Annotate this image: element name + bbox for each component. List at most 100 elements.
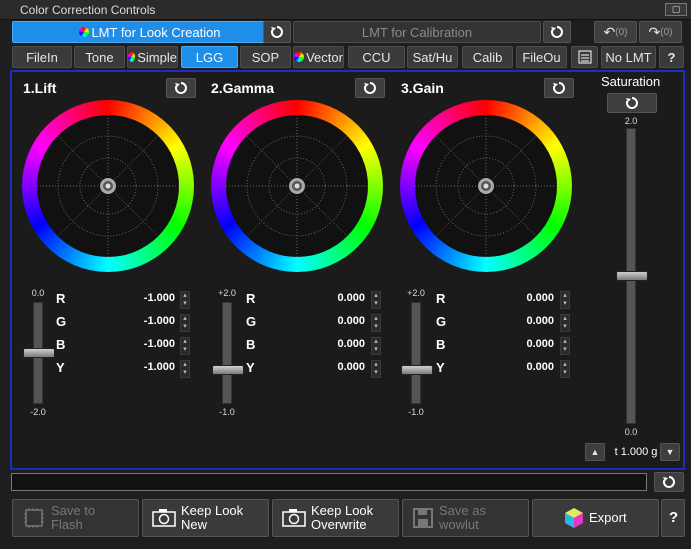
keep-look-overwrite-button[interactable]: Keep Look Overwrite (272, 499, 399, 537)
lift-reset-button[interactable] (166, 78, 196, 98)
lift-channel-y-value[interactable]: -1.000 (135, 361, 175, 373)
gain-slider-thumb[interactable] (401, 365, 433, 376)
gain-slider-max: +2.0 (407, 288, 425, 298)
save-as-wowlut-button[interactable]: Save as wowlut (402, 499, 529, 537)
gain-reset-button[interactable] (544, 78, 574, 98)
gamma-channel-b-spinner[interactable]: ▴ ▾ (371, 337, 381, 355)
tab-fileout[interactable]: FileOu (516, 46, 567, 68)
gain-channel-g-spinner[interactable]: ▴ ▾ (560, 314, 570, 332)
gain-channel-r-label: R (436, 291, 446, 306)
lmt-look-creation-tab[interactable]: LMT for Look Creation (12, 21, 288, 43)
lift-channel-g-value[interactable]: -1.000 (135, 315, 175, 327)
spin-down-icon: ▾ (374, 369, 378, 376)
keep-overwrite-line2: Overwrite (311, 517, 367, 532)
reset-calibration-button[interactable] (543, 21, 571, 43)
tab-lgg[interactable]: LGG (181, 46, 238, 68)
help-button[interactable]: ? (659, 46, 684, 68)
reset-icon (174, 82, 187, 94)
saturation-value: 1.000 (620, 446, 649, 458)
gamma-channel-r-value[interactable]: 0.000 (325, 292, 365, 304)
color-cube-icon (565, 508, 583, 528)
gain-color-wheel[interactable] (400, 100, 572, 272)
gamma-slider-thumb[interactable] (212, 365, 244, 376)
gamma-slider-min: -1.0 (219, 407, 235, 417)
spin-up-icon: ▴ (563, 361, 567, 368)
gain-channel-g-value[interactable]: 0.000 (514, 315, 554, 327)
saturation-prefix: t (614, 446, 618, 458)
lift-channel-g-spinner[interactable]: ▴ ▾ (180, 314, 190, 332)
saturation-slider-thumb[interactable] (616, 271, 648, 281)
list-menu-button[interactable] (571, 46, 598, 68)
bottom-help-button[interactable]: ? (661, 499, 685, 537)
undo-count: (0) (615, 26, 628, 38)
tab-simple[interactable]: Simple (127, 46, 178, 68)
keep-overwrite-line1: Keep Look (311, 503, 374, 518)
undo-button[interactable]: ↶ (0) (594, 21, 637, 43)
tab-calib[interactable]: Calib (462, 46, 513, 68)
lift-slider-thumb[interactable] (23, 348, 55, 358)
status-input[interactable] (11, 473, 647, 491)
reset-icon (625, 97, 638, 109)
reset-look-button[interactable] (263, 21, 291, 43)
lift-channel-y-spinner[interactable]: ▴ ▾ (180, 360, 190, 378)
gain-slider-track[interactable] (411, 302, 421, 404)
gamma-channel-g-spinner[interactable]: ▴ ▾ (371, 314, 381, 332)
gain-slider-min: -1.0 (408, 407, 424, 417)
lift-channel-r-value[interactable]: -1.000 (135, 292, 175, 304)
lift-color-wheel[interactable] (22, 100, 194, 272)
tab-sop[interactable]: SOP (240, 46, 291, 68)
tab-vector[interactable]: Vector (293, 46, 344, 68)
save-to-flash-button[interactable]: Save to Flash (12, 499, 139, 537)
reset-icon (270, 26, 283, 38)
saturation-value-display[interactable]: t 1.000 g (612, 443, 660, 461)
gamma-channel-y-spinner[interactable]: ▴ ▾ (371, 360, 381, 378)
reset-icon (363, 82, 376, 94)
gain-channel-b-value[interactable]: 0.000 (514, 338, 554, 350)
tab-filein[interactable]: FileIn (12, 46, 72, 68)
spin-down-icon: ▾ (183, 346, 187, 353)
saturation-reset-button[interactable] (607, 93, 657, 113)
gain-channel-y-value[interactable]: 0.000 (514, 361, 554, 373)
keep-look-new-button[interactable]: Keep Look New (142, 499, 269, 537)
spin-down-icon: ▾ (563, 369, 567, 376)
tab-ccu[interactable]: CCU (348, 46, 405, 68)
gamma-channel-g-value[interactable]: 0.000 (325, 315, 365, 327)
window-restore-button[interactable]: ▢ (665, 3, 687, 16)
gain-channel-r-value[interactable]: 0.000 (514, 292, 554, 304)
lmt-calibration-label: LMT for Calibration (361, 24, 473, 40)
gamma-channel-r-spinner[interactable]: ▴ ▾ (371, 291, 381, 309)
redo-button[interactable]: ↷ (0) (639, 21, 682, 43)
spin-up-icon: ▴ (374, 292, 378, 299)
gain-channel-r-spinner[interactable]: ▴ ▾ (560, 291, 570, 309)
export-button[interactable]: Export (532, 499, 659, 537)
lift-channel-r-spinner[interactable]: ▴ ▾ (180, 291, 190, 309)
gamma-reset-button[interactable] (355, 78, 385, 98)
spin-down-icon: ▾ (374, 300, 378, 307)
spin-down-icon: ▾ (374, 346, 378, 353)
spin-up-icon: ▴ (183, 315, 187, 322)
saturation-up-button[interactable]: ▲ (585, 443, 605, 461)
gamma-color-wheel[interactable] (211, 100, 383, 272)
gamma-channel-b-value[interactable]: 0.000 (325, 338, 365, 350)
gamma-channel-y-value[interactable]: 0.000 (325, 361, 365, 373)
tab-tone[interactable]: Tone (74, 46, 125, 68)
gamma-title: 2.Gamma (211, 80, 275, 96)
tab-label: Calib (472, 49, 503, 65)
lmt-calibration-tab[interactable]: LMT for Calibration (293, 21, 541, 43)
spin-down-icon: ▾ (563, 323, 567, 330)
gain-channel-b-spinner[interactable]: ▴ ▾ (560, 337, 570, 355)
gain-channel-y-spinner[interactable]: ▴ ▾ (560, 360, 570, 378)
no-lmt-label: No LMT (605, 49, 652, 65)
list-icon (578, 50, 591, 64)
tab-label: CCU (362, 49, 391, 65)
status-reset-button[interactable] (654, 472, 684, 492)
spin-up-icon: ▴ (183, 338, 187, 345)
lift-channel-b-value[interactable]: -1.000 (135, 338, 175, 350)
spin-up-icon: ▴ (183, 292, 187, 299)
tab-sat-hue[interactable]: Sat/Hu (407, 46, 458, 68)
saturation-down-button[interactable]: ▼ (660, 443, 680, 461)
gamma-slider-track[interactable] (222, 302, 232, 404)
no-lmt-button[interactable]: No LMT (601, 46, 656, 68)
tab-label: SOP (251, 49, 280, 65)
lift-channel-b-spinner[interactable]: ▴ ▾ (180, 337, 190, 355)
